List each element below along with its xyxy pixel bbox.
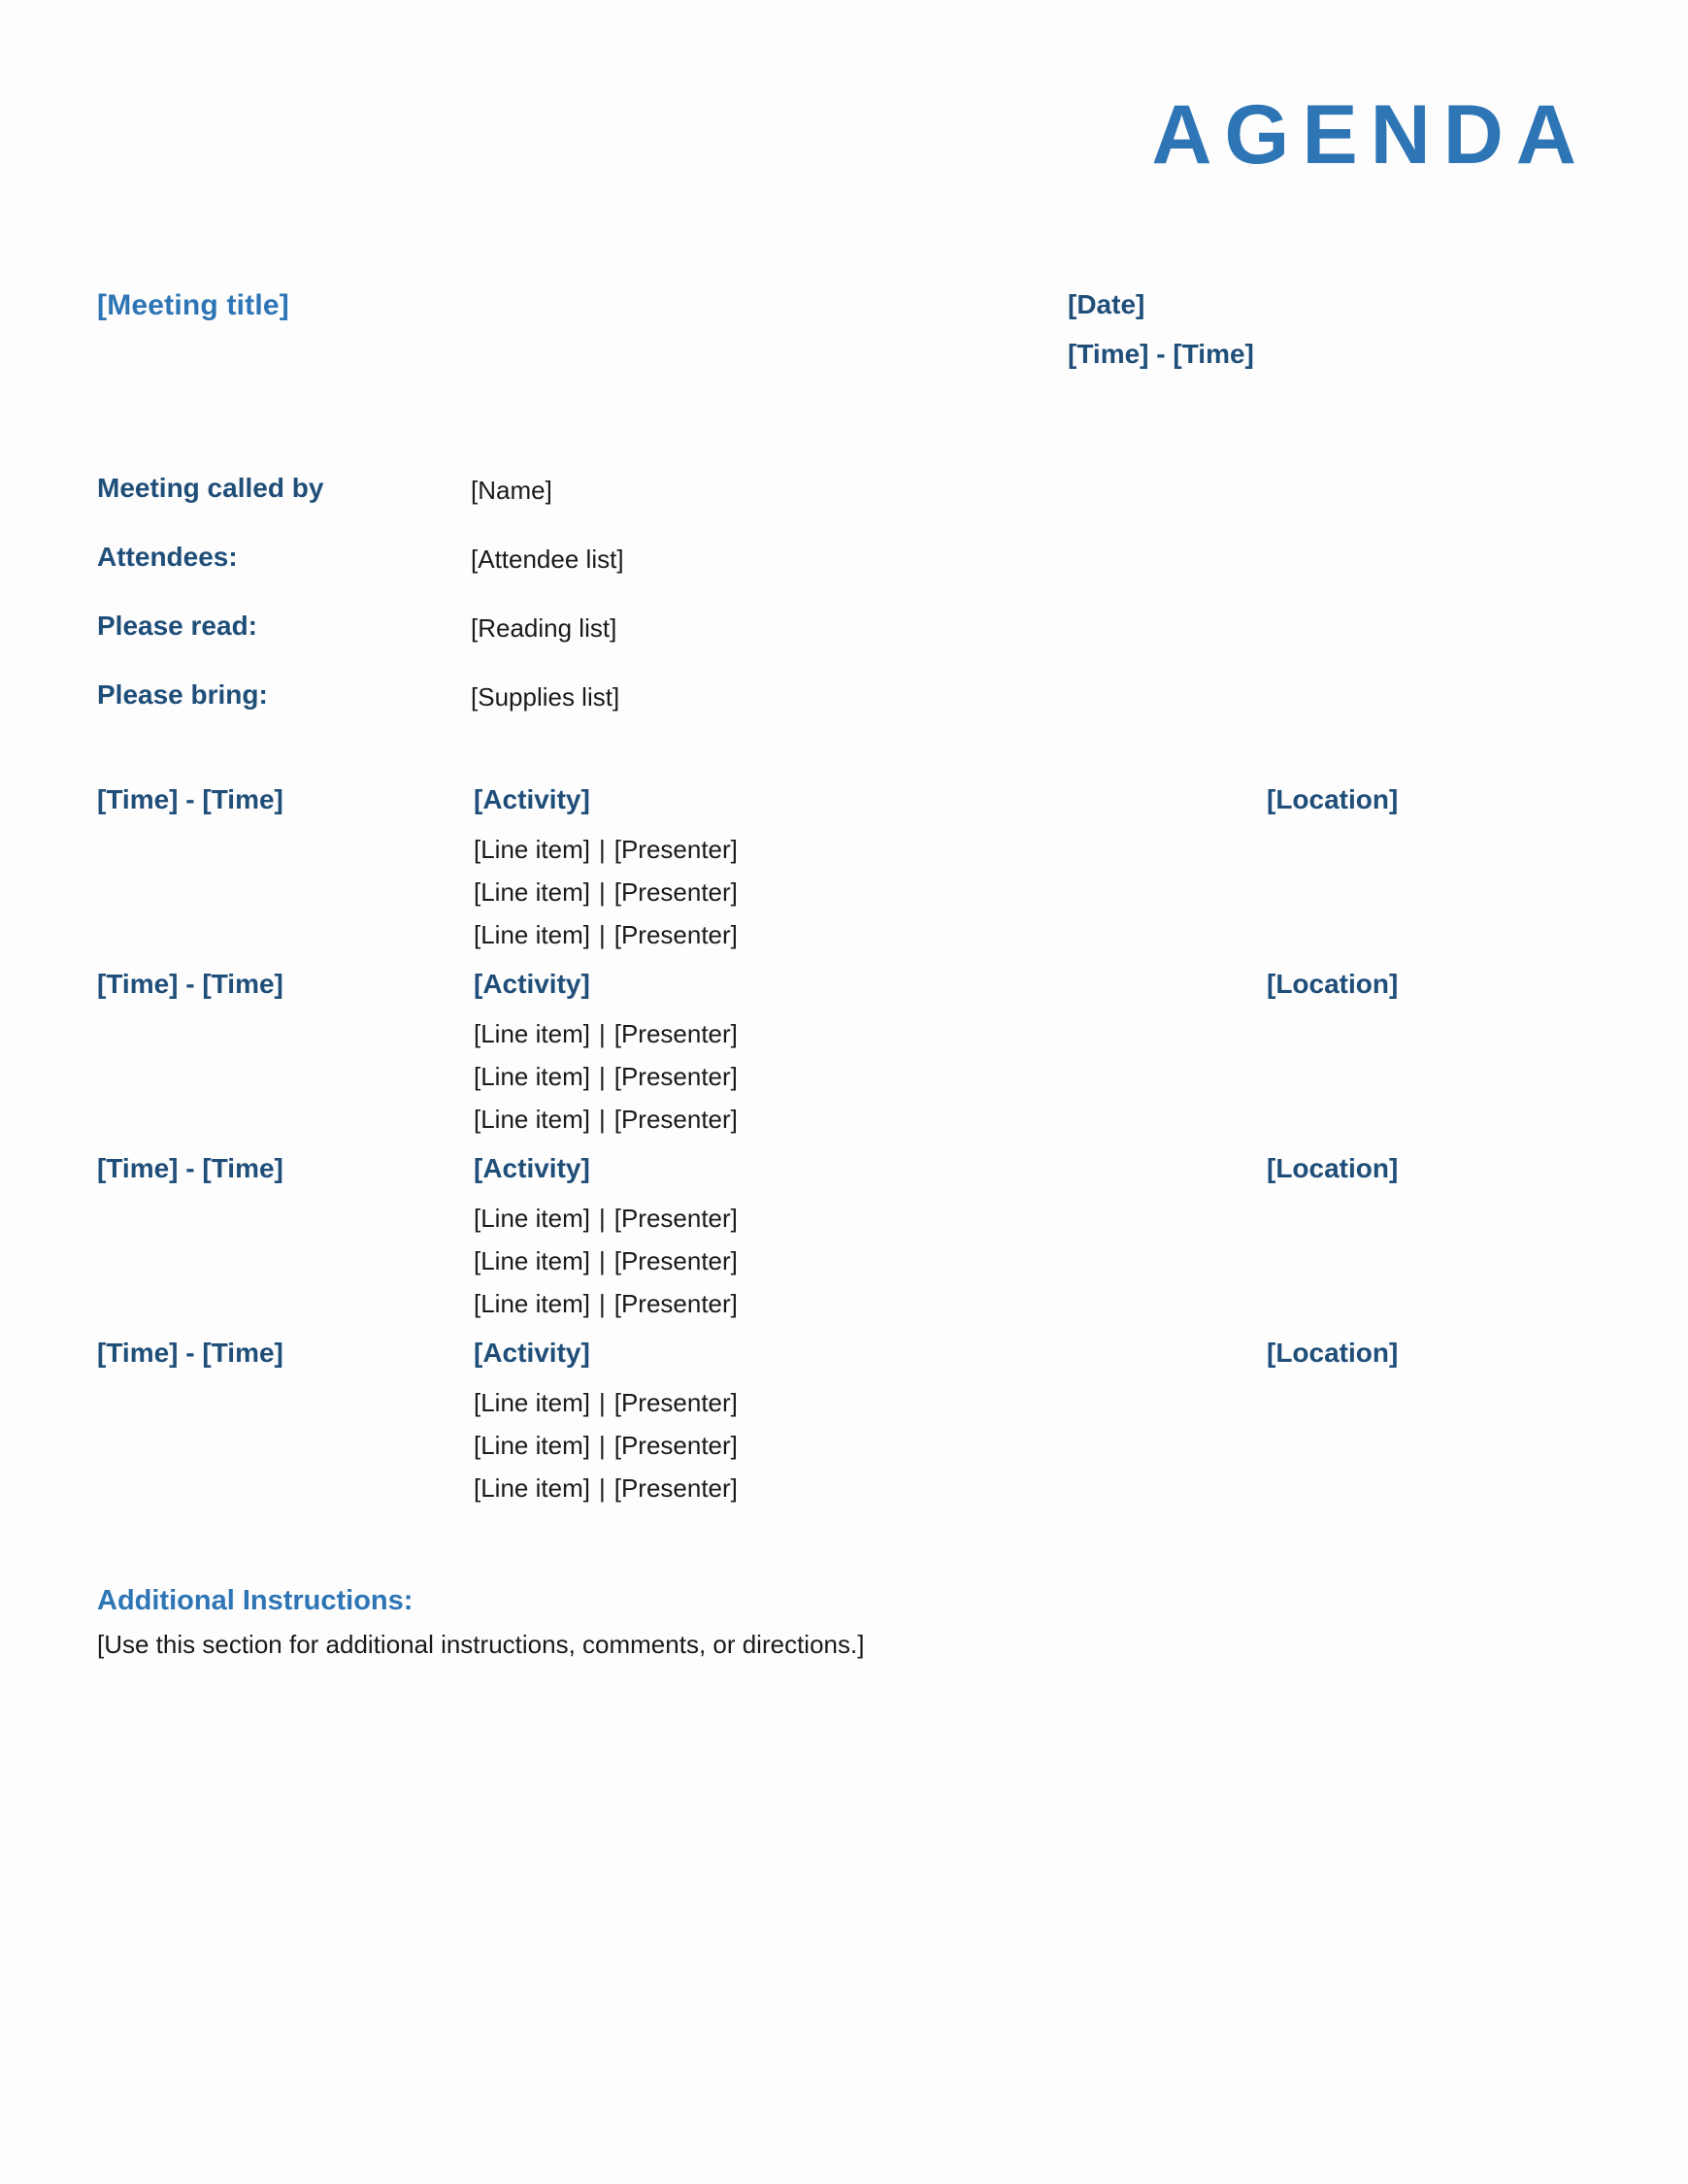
line-item-presenter: [Presenter] bbox=[613, 1246, 738, 1275]
line-item-presenter: [Presenter] bbox=[613, 1062, 738, 1091]
agenda-location: [Location] bbox=[1267, 1338, 1399, 1368]
line-item-separator: | bbox=[598, 1473, 606, 1503]
agenda-line-item: [Line item] | [Presenter] bbox=[474, 1098, 738, 1141]
line-item-presenter: [Presenter] bbox=[613, 1019, 738, 1048]
agenda-location: [Location] bbox=[1267, 784, 1399, 814]
agenda-activity: [Activity] bbox=[474, 1338, 590, 1368]
line-item-presenter: [Presenter] bbox=[613, 835, 738, 864]
agenda-time: [Time] - [Time] bbox=[97, 1338, 283, 1368]
line-item-label: [Line item] bbox=[474, 1062, 590, 1091]
line-item-separator: | bbox=[598, 877, 606, 907]
line-item-label: [Line item] bbox=[474, 1204, 590, 1233]
page-title: AGENDA bbox=[1151, 88, 1589, 182]
agenda-location: [Location] bbox=[1267, 969, 1399, 999]
line-item-label: [Line item] bbox=[474, 1473, 590, 1503]
agenda-line-item: [Line item] | [Presenter] bbox=[474, 913, 738, 956]
agenda-activity: [Activity] bbox=[474, 1153, 590, 1183]
line-item-presenter: [Presenter] bbox=[613, 920, 738, 949]
agenda-activity: [Activity] bbox=[474, 969, 590, 999]
agenda-line-item: [Line item] | [Presenter] bbox=[474, 1282, 738, 1325]
info-row-called-by: Meeting called by [Name] bbox=[97, 473, 971, 542]
info-label: Please bring: bbox=[97, 679, 268, 710]
agenda-schedule: [Time] - [Time] [Activity] [Location] [L… bbox=[97, 784, 1582, 1522]
info-value: [Name] bbox=[471, 476, 552, 505]
line-item-separator: | bbox=[598, 1431, 606, 1460]
info-row-please-read: Please read: [Reading list] bbox=[97, 611, 971, 679]
line-item-separator: | bbox=[598, 920, 606, 949]
line-item-presenter: [Presenter] bbox=[613, 1204, 738, 1233]
line-item-presenter: [Presenter] bbox=[613, 1289, 738, 1318]
agenda-line-item: [Line item] | [Presenter] bbox=[474, 1424, 738, 1467]
info-row-please-bring: Please bring: [Supplies list] bbox=[97, 679, 971, 748]
meeting-title: [Meeting title] bbox=[97, 289, 289, 321]
agenda-line-item: [Line item] | [Presenter] bbox=[474, 1012, 738, 1055]
agenda-line-item: [Line item] | [Presenter] bbox=[474, 871, 738, 913]
agenda-line-items: [Line item] | [Presenter] [Line item] | [Pre… bbox=[474, 1381, 738, 1509]
agenda-row: [Time] - [Time] [Activity] [Location] [L… bbox=[97, 1338, 1582, 1522]
agenda-line-item: [Line item] | [Presenter] bbox=[474, 1467, 738, 1509]
line-item-presenter: [Presenter] bbox=[613, 877, 738, 907]
agenda-line-items: [Line item] | [Presenter] [Line item] | [Pre… bbox=[474, 828, 738, 956]
line-item-separator: | bbox=[598, 1246, 606, 1275]
line-item-label: [Line item] bbox=[474, 1246, 590, 1275]
info-value: [Reading list] bbox=[471, 613, 617, 643]
agenda-time: [Time] - [Time] bbox=[97, 784, 283, 814]
agenda-line-items: [Line item] | [Presenter] [Line item] | [Pre… bbox=[474, 1197, 738, 1325]
info-label: Meeting called by bbox=[97, 473, 324, 503]
line-item-separator: | bbox=[598, 1105, 606, 1134]
meeting-time-range: [Time] - [Time] bbox=[1068, 339, 1254, 369]
info-value: [Attendee list] bbox=[471, 545, 624, 574]
line-item-presenter: [Presenter] bbox=[613, 1473, 738, 1503]
meeting-date: [Date] bbox=[1068, 289, 1145, 319]
line-item-label: [Line item] bbox=[474, 1431, 590, 1460]
agenda-line-items: [Line item] | [Presenter] [Line item] | [Pre… bbox=[474, 1012, 738, 1141]
agenda-row: [Time] - [Time] [Activity] [Location] [L… bbox=[97, 1153, 1582, 1338]
line-item-separator: | bbox=[598, 1019, 606, 1048]
agenda-location: [Location] bbox=[1267, 1153, 1399, 1183]
agenda-line-item: [Line item] | [Presenter] bbox=[474, 1381, 738, 1424]
agenda-time: [Time] - [Time] bbox=[97, 1153, 283, 1183]
additional-instructions-body: [Use this section for additional instruc… bbox=[97, 1630, 865, 1659]
info-row-attendees: Attendees: [Attendee list] bbox=[97, 542, 971, 611]
additional-instructions-heading: Additional Instructions: bbox=[97, 1585, 414, 1616]
line-item-label: [Line item] bbox=[474, 1388, 590, 1417]
line-item-label: [Line item] bbox=[474, 1289, 590, 1318]
agenda-row: [Time] - [Time] [Activity] [Location] [L… bbox=[97, 969, 1582, 1153]
line-item-label: [Line item] bbox=[474, 1105, 590, 1134]
line-item-separator: | bbox=[598, 835, 606, 864]
info-value: [Supplies list] bbox=[471, 682, 620, 711]
additional-instructions-section: Additional Instructions: [Use this secti… bbox=[97, 1585, 1456, 1660]
agenda-row: [Time] - [Time] [Activity] [Location] [L… bbox=[97, 784, 1582, 969]
agenda-activity: [Activity] bbox=[474, 784, 590, 814]
agenda-line-item: [Line item] | [Presenter] bbox=[474, 1055, 738, 1098]
line-item-separator: | bbox=[598, 1062, 606, 1091]
agenda-line-item: [Line item] | [Presenter] bbox=[474, 828, 738, 871]
line-item-label: [Line item] bbox=[474, 1019, 590, 1048]
line-item-presenter: [Presenter] bbox=[613, 1388, 738, 1417]
line-item-presenter: [Presenter] bbox=[613, 1431, 738, 1460]
line-item-label: [Line item] bbox=[474, 835, 590, 864]
agenda-time: [Time] - [Time] bbox=[97, 969, 283, 999]
agenda-line-item: [Line item] | [Presenter] bbox=[474, 1240, 738, 1282]
line-item-separator: | bbox=[598, 1204, 606, 1233]
date-time-block: [Date] [Time] - [Time] bbox=[1068, 289, 1254, 370]
line-item-label: [Line item] bbox=[474, 920, 590, 949]
meeting-info-list: Meeting called by [Name] Attendees: [Att… bbox=[97, 473, 971, 748]
agenda-line-item: [Line item] | [Presenter] bbox=[474, 1197, 738, 1240]
line-item-separator: | bbox=[598, 1289, 606, 1318]
line-item-label: [Line item] bbox=[474, 877, 590, 907]
agenda-document-page: AGENDA [Meeting title] [Date] [Time] - [… bbox=[0, 0, 1688, 2184]
info-label: Attendees: bbox=[97, 542, 238, 572]
line-item-presenter: [Presenter] bbox=[613, 1105, 738, 1134]
info-label: Please read: bbox=[97, 611, 257, 641]
line-item-separator: | bbox=[598, 1388, 606, 1417]
